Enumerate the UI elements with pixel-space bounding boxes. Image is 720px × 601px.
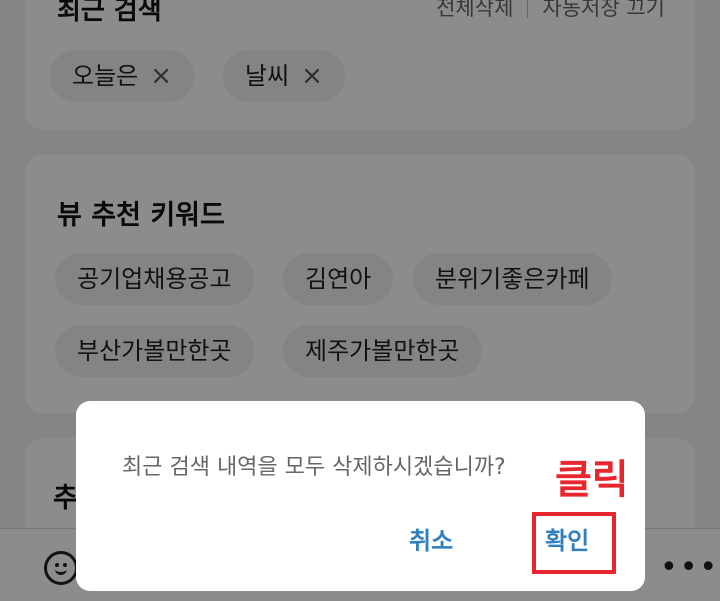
dialog-message: 최근 검색 내역을 모두 삭제하시겠습니까? xyxy=(122,455,506,480)
click-annotation-label: 클릭 xyxy=(555,457,629,503)
cancel-button[interactable]: 취소 xyxy=(409,521,453,556)
click-highlight-box xyxy=(532,512,616,574)
